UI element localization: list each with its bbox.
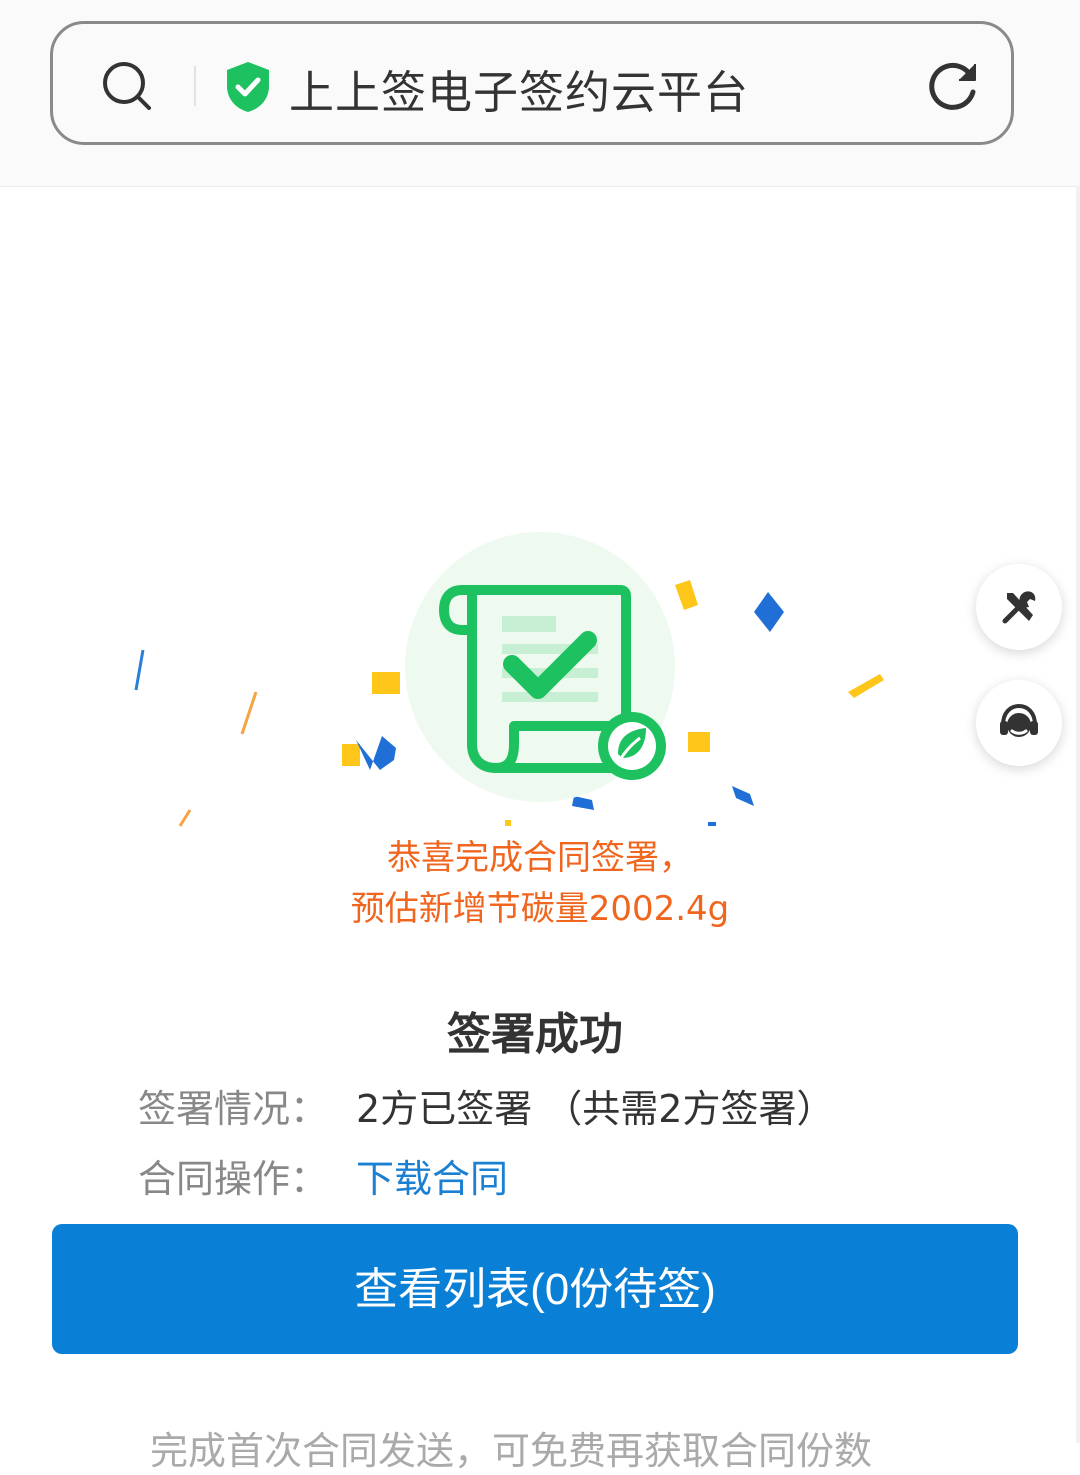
download-contract-link[interactable]: 下载合同 [356, 1157, 508, 1201]
congrats-line-1: 恭喜完成合同签署， [387, 838, 693, 878]
contract-action-row: 合同操作： 下载合同 [138, 1148, 508, 1203]
footer-note: 完成首次合同发送，可免费再获取合同份数 [150, 1429, 873, 1473]
sign-success-title: 签署成功 [447, 1009, 623, 1060]
contract-action-label: 合同操作： [138, 1157, 329, 1201]
tools-button[interactable] [976, 564, 1062, 650]
sign-status-row: 签署情况： 2方已签署 （共需2方签署） [138, 1078, 834, 1133]
view-list-button[interactable]: 查看列表(0份待签) [52, 1224, 1018, 1354]
signed-contract-icon [432, 578, 672, 792]
carbon-saving-text: 预估新增节碳量2002.4g [350, 889, 730, 929]
leaf-icon [598, 712, 666, 780]
support-button[interactable] [976, 680, 1062, 766]
sign-status-label: 签署情况： [138, 1087, 329, 1131]
sign-status-value: 2方已签署 （共需2方签署） [356, 1087, 835, 1131]
